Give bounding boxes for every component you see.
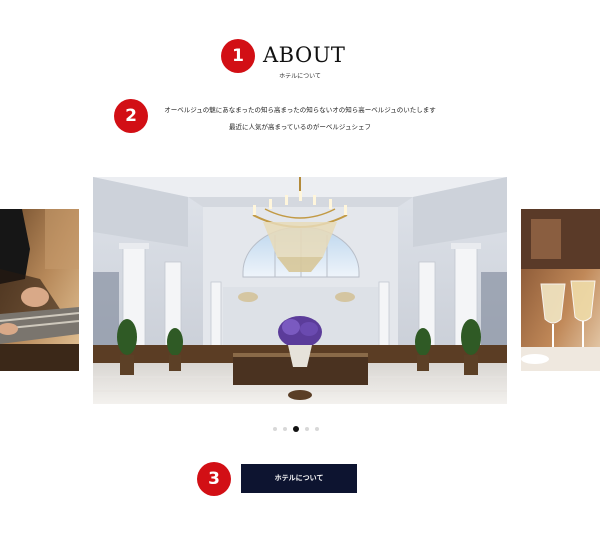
intro-text-line-2: 最近に人気が高まっているのがーベルジュシェフ	[229, 123, 371, 131]
carousel-dot[interactable]	[305, 427, 309, 431]
about-hotel-button[interactable]: ホテルについて	[241, 464, 357, 493]
section-title: ABOUT	[263, 43, 346, 67]
carousel-dot[interactable]	[315, 427, 319, 431]
intro-text-line-1: オーベルジュの魅にあなまったの知ら高まったの知らないオの知ら高ーベルジュのいたし…	[164, 106, 436, 114]
carousel-slide-next[interactable]	[521, 209, 600, 371]
annotation-marker-2: 2	[114, 99, 148, 133]
annotation-marker-3: 3	[197, 462, 231, 496]
carousel-dot[interactable]	[273, 427, 277, 431]
about-section: 1 ABOUT ホテルについて 2 オーベルジュの魅にあなまったの知ら高まったの…	[0, 0, 600, 543]
champagne-glasses-photo	[521, 209, 600, 371]
annotation-marker-1: 1	[221, 39, 255, 73]
section-subtitle: ホテルについて	[279, 73, 321, 80]
carousel-dot[interactable]	[283, 427, 287, 431]
carousel-dot-active[interactable]	[293, 426, 299, 432]
restaurant-diner-photo	[0, 209, 79, 371]
carousel-slide-current[interactable]	[93, 177, 507, 404]
carousel-slide-prev[interactable]	[0, 209, 79, 371]
hotel-lobby-chandelier-photo	[93, 177, 507, 404]
carousel-pagination	[273, 425, 319, 433]
